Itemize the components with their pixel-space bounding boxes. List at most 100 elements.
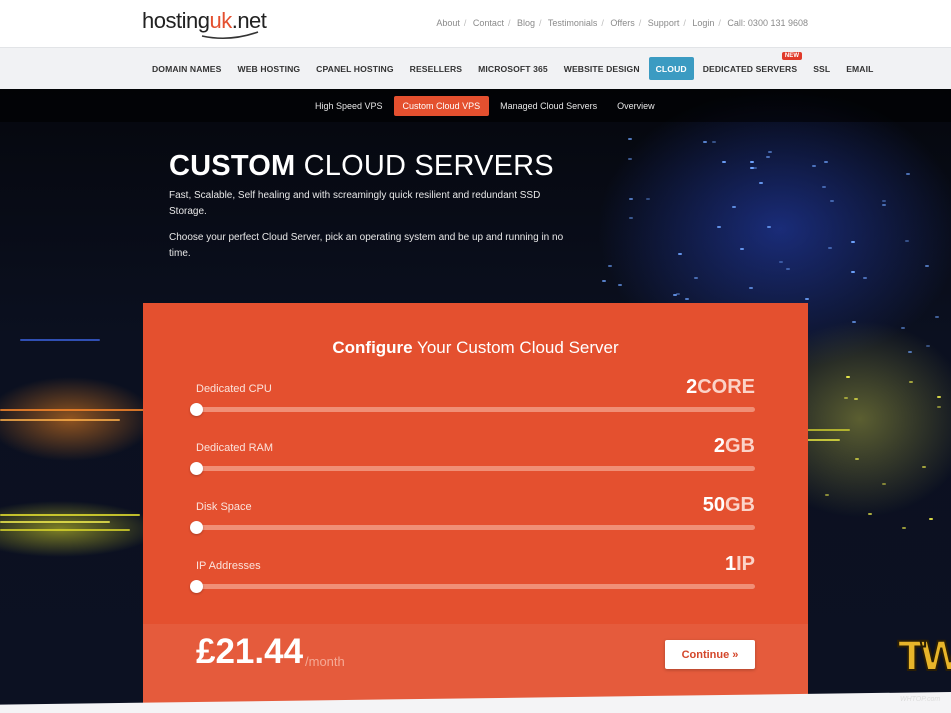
top-bar: hostinguk.net About / Contact / Blog / Test… (0, 0, 951, 47)
hero-section: High Speed VPS Custom Cloud VPS Managed … (0, 89, 951, 713)
led-dot (812, 165, 817, 168)
hero-subdescription: Choose your perfect Cloud Server, pick a… (169, 232, 564, 259)
top-link-offers[interactable]: Offers (610, 18, 634, 28)
disk-value-number: 50 (702, 494, 725, 516)
nav-email[interactable]: EMAIL (839, 57, 880, 80)
nav-cloud[interactable]: CLOUD (648, 57, 694, 80)
led-dot (854, 397, 859, 400)
ip-value-unit: IP (736, 553, 755, 575)
led-dot (703, 141, 708, 144)
led-dot (882, 483, 887, 486)
cpu-value-number: 2 (686, 376, 698, 398)
led-dot (805, 297, 809, 300)
led-dot (749, 287, 754, 290)
top-link-about[interactable]: About (436, 18, 460, 28)
led-dot (823, 161, 828, 164)
price-period: /month (305, 654, 345, 669)
subnav-managed-cloud-servers[interactable]: Managed Cloud Servers (491, 96, 606, 116)
ram-value-number: 2 (713, 435, 725, 457)
cpu-slider-track[interactable] (196, 407, 755, 412)
page-title-bold: CUSTOM (169, 150, 296, 182)
nav-dedicated-servers[interactable]: DEDICATED SERVERS NEW (696, 52, 805, 80)
sub-nav: High Speed VPS Custom Cloud VPS Managed … (0, 89, 951, 122)
led-dot (722, 161, 727, 164)
light-streak (0, 409, 150, 411)
watermark-letters: TW (897, 633, 951, 681)
led-dot (900, 326, 905, 329)
new-badge: NEW (781, 52, 803, 60)
cpu-slider-thumb[interactable] (190, 403, 203, 416)
configurator-title-bold: Configure (332, 338, 413, 357)
price-amount: £21.44 (196, 632, 304, 671)
light-streak (0, 514, 140, 516)
subnav-high-speed-vps[interactable]: High Speed VPS (306, 96, 392, 116)
led-dot (846, 376, 851, 379)
ip-slider-track[interactable] (196, 584, 755, 589)
led-dot (901, 527, 906, 530)
cpu-label: Dedicated CPU (196, 383, 272, 395)
led-dot (851, 270, 856, 273)
led-dot (924, 265, 929, 268)
disk-slider-thumb[interactable] (190, 521, 203, 534)
top-link-support[interactable]: Support (648, 18, 680, 28)
subnav-overview[interactable]: Overview (608, 96, 664, 116)
phone-number[interactable]: Call: 0300 131 9608 (727, 18, 808, 28)
led-dot (628, 197, 633, 200)
continue-button[interactable]: Continue » (665, 640, 755, 669)
page-title: CUSTOM CLOUD SERVERS (169, 150, 554, 183)
led-dot (926, 345, 931, 348)
ram-slider-track[interactable] (196, 466, 755, 471)
page-title-rest: CLOUD SERVERS (295, 150, 554, 182)
led-dot (824, 494, 829, 497)
nav-ssl[interactable]: SSL (806, 57, 837, 80)
price-footer: £21.44 /month Continue » (143, 624, 808, 704)
cpu-value-unit: CORE (697, 376, 755, 398)
hero-description: Fast, Scalable, Self healing and with sc… (169, 190, 541, 217)
nav-domain-names[interactable]: DOMAIN NAMES (145, 57, 228, 80)
led-dot (882, 199, 887, 202)
nav-website-design[interactable]: WEBSITE DESIGN (557, 57, 647, 80)
ram-slider-row: Dedicated RAM 2GB (190, 435, 755, 482)
light-streak (20, 339, 100, 341)
led-dot (767, 150, 772, 153)
ip-slider-row: IP Addresses 1IP (190, 553, 755, 600)
watermark-site: WHTOP.com (900, 696, 941, 703)
nav-microsoft-365[interactable]: MICROSOFT 365 (471, 57, 555, 80)
led-dot (678, 253, 683, 256)
configurator-panel: Configure Your Custom Cloud Server Dedic… (143, 303, 808, 704)
disk-slider-track[interactable] (196, 525, 755, 530)
nav-cpanel-hosting[interactable]: CPANEL HOSTING (309, 57, 400, 80)
led-dot (936, 395, 941, 398)
led-dot (766, 155, 771, 158)
top-link-blog[interactable]: Blog (517, 18, 535, 28)
led-dot (779, 261, 784, 264)
led-dot (602, 280, 607, 283)
nav-dedicated-servers-label: DEDICATED SERVERS (702, 64, 798, 74)
ip-slider-thumb[interactable] (190, 580, 203, 593)
led-dot (929, 518, 934, 521)
top-link-testimonials[interactable]: Testimonials (548, 18, 598, 28)
led-dot (908, 350, 913, 353)
top-link-contact[interactable]: Contact (473, 18, 504, 28)
configurator-title-rest: Your Custom Cloud Server (412, 338, 619, 357)
ram-slider-thumb[interactable] (190, 462, 203, 475)
main-nav: DOMAIN NAMES WEB HOSTING CPANEL HOSTING … (0, 47, 951, 89)
led-dot (767, 225, 772, 228)
led-dot (759, 181, 764, 184)
light-streak (0, 529, 130, 531)
led-dot (936, 405, 941, 408)
nav-web-hosting[interactable]: WEB HOSTING (230, 57, 307, 80)
nav-resellers[interactable]: RESELLERS (403, 57, 469, 80)
top-link-login[interactable]: Login (692, 18, 714, 28)
led-dot (862, 276, 867, 279)
led-dot (693, 277, 698, 280)
disk-slider-row: Disk Space 50GB (190, 494, 755, 541)
led-dot (629, 217, 634, 220)
led-dot (717, 226, 722, 229)
led-dot (749, 166, 754, 169)
led-dot (675, 292, 680, 295)
ram-value: 2GB (714, 435, 755, 458)
led-dot (850, 241, 855, 244)
led-dot (739, 248, 744, 251)
subnav-custom-cloud-vps[interactable]: Custom Cloud VPS (393, 96, 490, 116)
